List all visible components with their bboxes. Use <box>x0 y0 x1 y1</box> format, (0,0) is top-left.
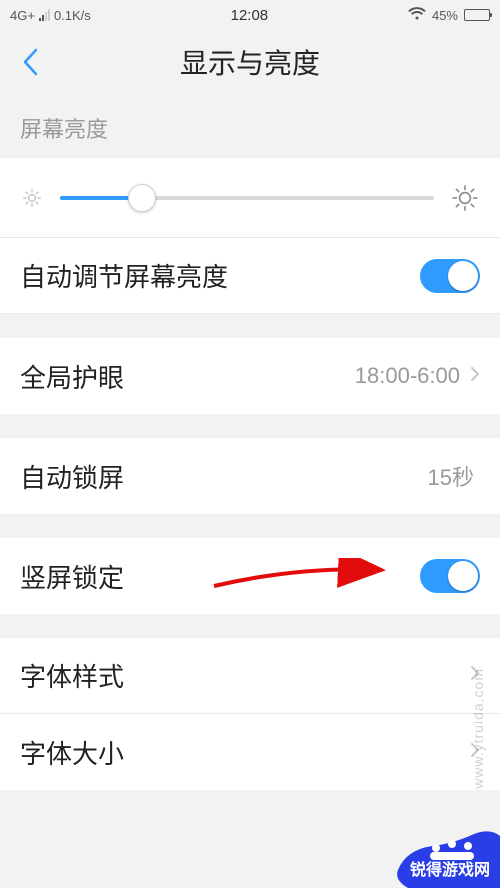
auto-lock-value: 15秒 <box>428 460 474 492</box>
eye-protection-label: 全局护眼 <box>20 358 124 395</box>
back-button[interactable] <box>16 42 44 82</box>
font-style-label: 字体样式 <box>20 657 124 694</box>
brightness-slider[interactable] <box>60 196 434 200</box>
auto-lock-label: 自动锁屏 <box>20 458 124 495</box>
annotation-arrow <box>210 558 390 594</box>
battery-percent: 45% <box>432 8 458 23</box>
brightness-slider-thumb[interactable] <box>128 184 156 212</box>
row-eye-protection[interactable]: 全局护眼 18:00-6:00 <box>0 338 500 414</box>
auto-brightness-label: 自动调节屏幕亮度 <box>20 257 228 294</box>
section-label-brightness: 屏幕亮度 <box>0 94 500 158</box>
watermark-badge: 锐得游戏网 <box>380 824 500 888</box>
status-bar: 4G+ 0.1K/s 12:08 45% <box>0 0 500 30</box>
network-type: 4G+ <box>10 8 35 23</box>
sun-high-icon <box>452 185 478 211</box>
nav-header: 显示与亮度 <box>0 30 500 94</box>
row-auto-brightness[interactable]: 自动调节屏幕亮度 <box>0 238 500 314</box>
sun-low-icon <box>22 188 42 208</box>
row-font-style[interactable]: 字体样式 <box>0 638 500 714</box>
status-right: 45% <box>408 7 490 23</box>
page-title: 显示与亮度 <box>180 42 320 82</box>
watermark-badge-text: 锐得游戏网 <box>410 862 490 880</box>
chevron-right-icon <box>470 366 480 387</box>
battery-icon <box>464 9 490 21</box>
portrait-lock-label: 竖屏锁定 <box>20 558 124 595</box>
font-size-label: 字体大小 <box>20 734 124 771</box>
status-left: 4G+ 0.1K/s <box>10 8 91 23</box>
network-speed: 0.1K/s <box>54 8 91 23</box>
wifi-icon <box>408 7 426 23</box>
status-time: 12:08 <box>231 7 269 24</box>
row-portrait-lock[interactable]: 竖屏锁定 <box>0 538 500 614</box>
auto-brightness-toggle[interactable] <box>420 259 480 293</box>
row-auto-lock[interactable]: 自动锁屏 15秒 <box>0 438 500 514</box>
eye-protection-value: 18:00-6:00 <box>355 363 460 389</box>
signal-icon <box>39 9 50 21</box>
brightness-slider-row <box>0 158 500 238</box>
portrait-lock-toggle[interactable] <box>420 559 480 593</box>
watermark-url: www.ytruida.com <box>470 668 486 789</box>
row-font-size[interactable]: 字体大小 <box>0 714 500 790</box>
